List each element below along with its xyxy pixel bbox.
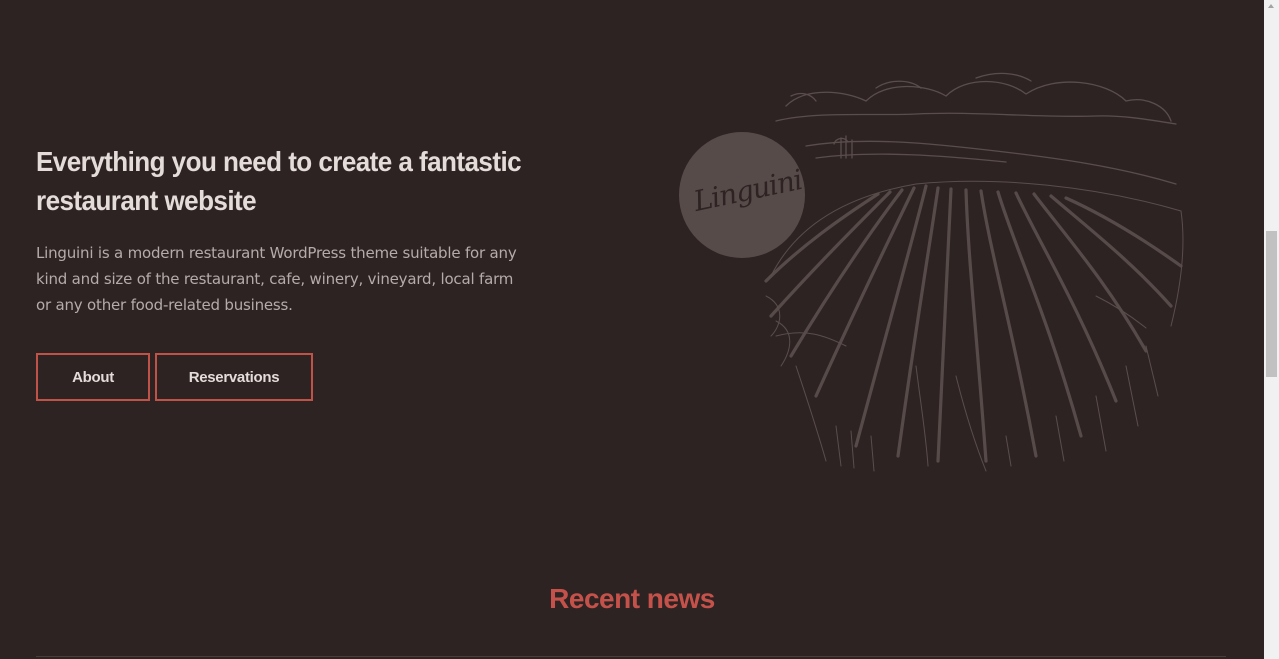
about-button[interactable]: About [36,353,150,401]
hero-description: Linguini is a modern restaurant WordPres… [36,244,517,314]
hero-content: Everything you need to create a fantasti… [36,142,536,318]
vineyard-illustration [764,72,1184,472]
reservations-button[interactable]: Reservations [155,353,313,401]
section-divider [36,656,1226,657]
recent-news-title: Recent news [549,583,715,614]
hero-buttons: About Reservations [36,353,313,401]
vertical-scrollbar[interactable] [1264,0,1279,659]
hero-title: Everything you need to create a fantasti… [36,146,522,216]
logo-text: Linguini [690,162,805,219]
scroll-up-arrow-icon[interactable] [1268,4,1274,8]
scrollbar-thumb[interactable] [1266,231,1277,377]
linguini-logo: Linguini [679,132,805,258]
page: Everything you need to create a fantasti… [0,0,1264,659]
